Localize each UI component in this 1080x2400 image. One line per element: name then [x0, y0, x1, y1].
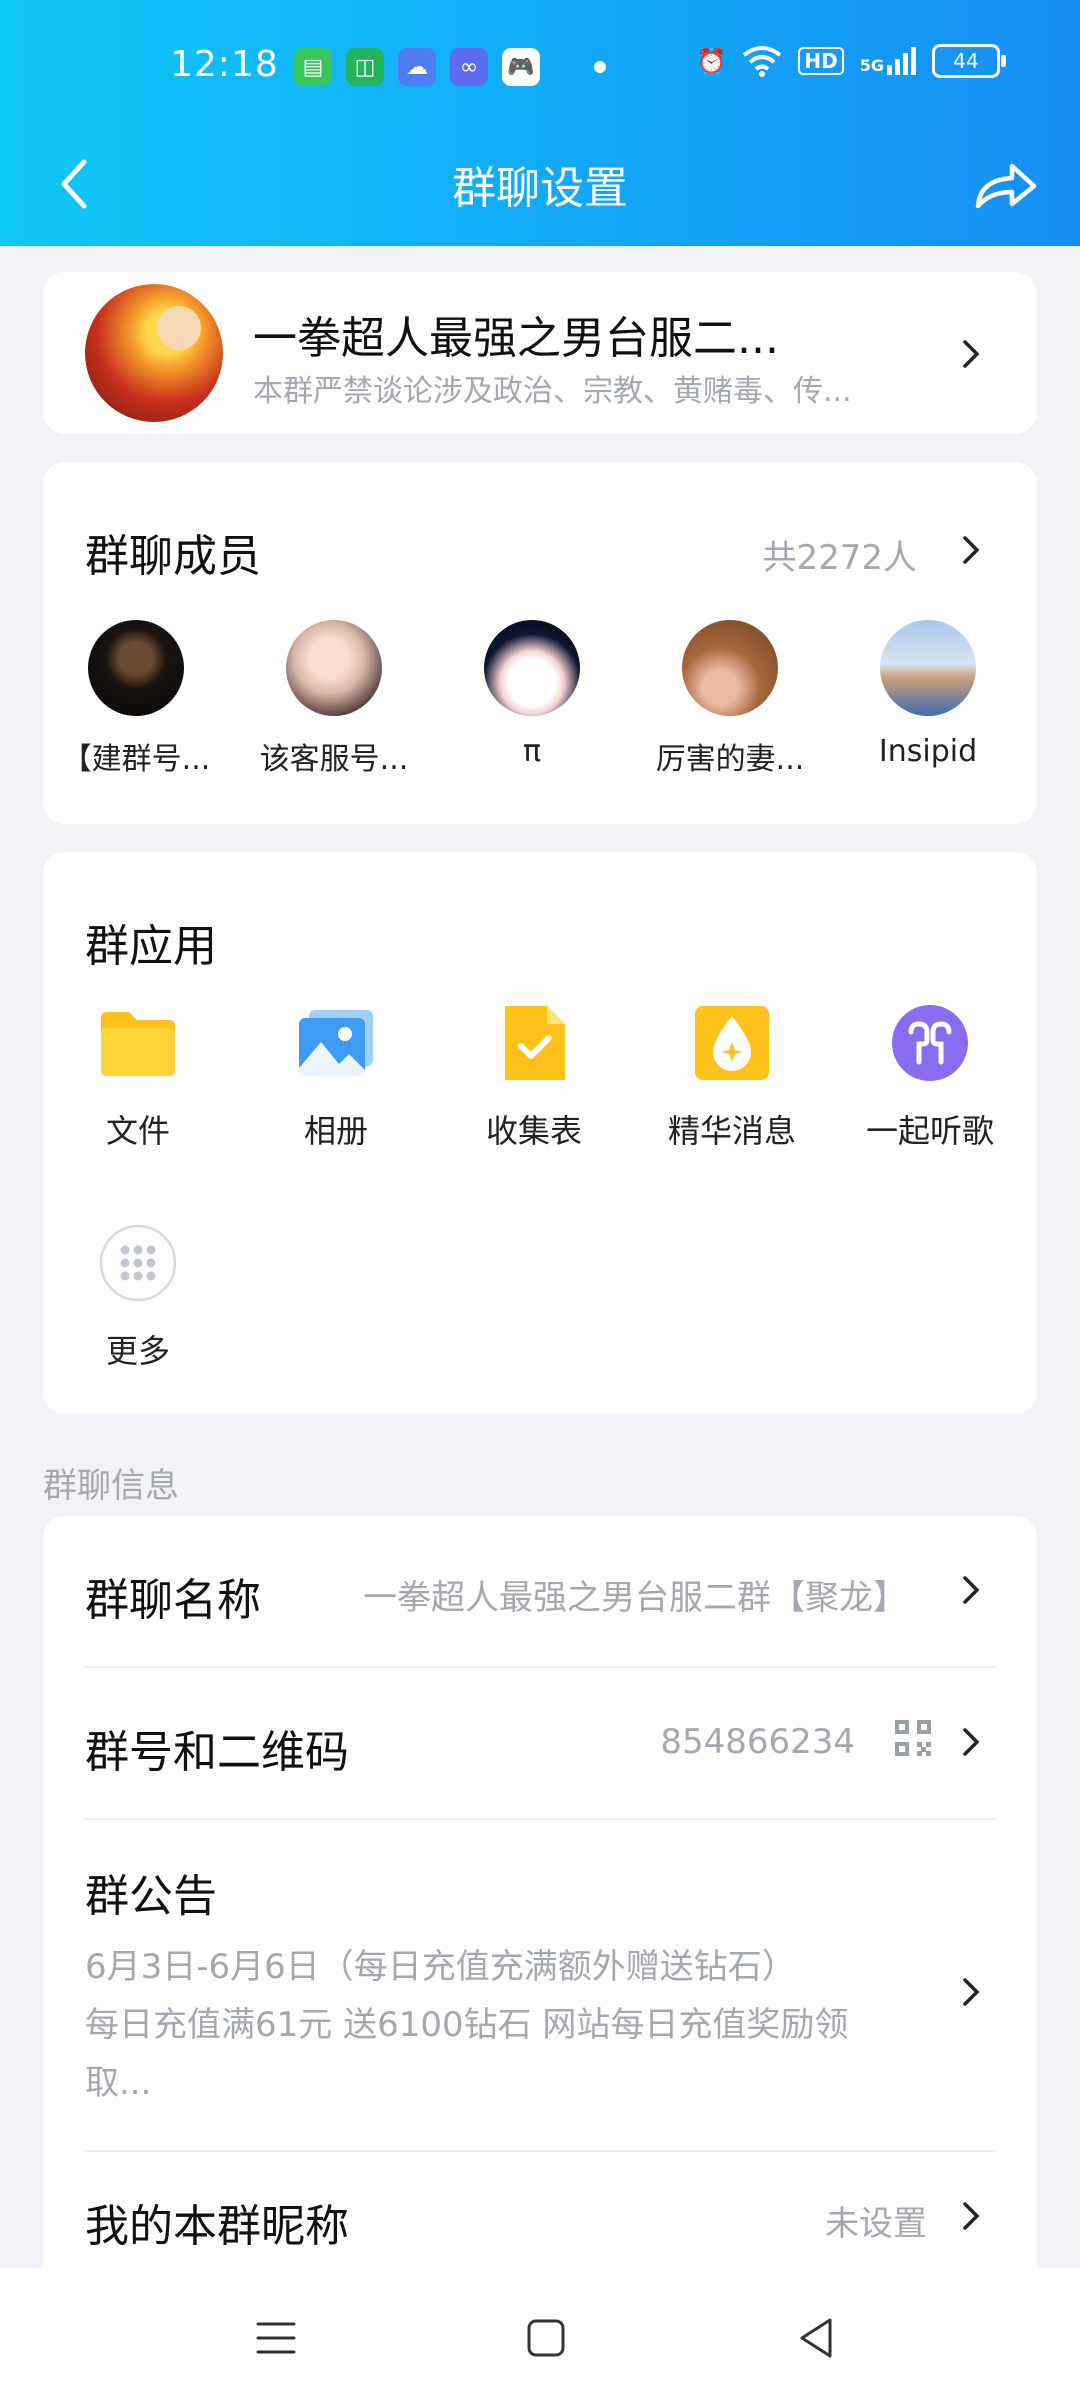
- message-app-icon: ▤: [294, 48, 332, 86]
- member-list: 【建群号... 该客服号... π 厉害的妻... Insipid: [43, 620, 1037, 790]
- signal-icon: 5G: [860, 47, 916, 75]
- notice-line: 取...: [85, 2063, 152, 2103]
- member-avatar: [484, 620, 580, 716]
- group-info-card: 群聊名称 一拳超人最强之男台服二群【聚龙】 群号和二维码 854866234 群…: [43, 1516, 1037, 2276]
- app-album[interactable]: 相册: [241, 1002, 431, 1152]
- app-label: 相册: [303, 1112, 368, 1150]
- group-number-row[interactable]: 群号和二维码 854866234: [85, 1668, 995, 1818]
- title-bar: 群聊设置: [0, 140, 1080, 246]
- member-item[interactable]: 该客服号...: [244, 620, 424, 778]
- member-item[interactable]: 厉害的妻...: [640, 620, 820, 778]
- app-label: 收集表: [485, 1112, 582, 1150]
- member-avatar: [880, 620, 976, 716]
- apps-title: 群应用: [85, 921, 217, 972]
- app-label: 一起听歌: [865, 1112, 994, 1150]
- cloud-app-icon: ☁: [398, 48, 436, 86]
- app-label: 更多: [105, 1332, 170, 1370]
- home-square-icon[interactable]: [516, 2308, 576, 2368]
- app-files[interactable]: 文件: [43, 1002, 233, 1152]
- store-app-icon: ◫: [346, 48, 384, 86]
- back-triangle-icon[interactable]: [786, 2308, 846, 2368]
- chevron-right-icon: [963, 340, 980, 368]
- group-name-value: 一拳超人最强之男台服二群【聚龙】: [363, 1578, 907, 1618]
- member-avatar: [286, 620, 382, 716]
- chevron-right-icon: [963, 1978, 980, 2006]
- my-nickname-label: 我的本群昵称: [85, 2201, 349, 2252]
- status-bar: 12:18 ▤ ◫ ☁ ∞ 🎮 ⏰ HD 5G 44: [0, 0, 1080, 140]
- header: 12:18 ▤ ◫ ☁ ∞ 🎮 ⏰ HD 5G 44 群聊设置: [0, 0, 1080, 246]
- wifi-icon: [743, 46, 782, 77]
- status-system-icons: ⏰ HD 5G 44: [696, 44, 1006, 78]
- share-icon[interactable]: [970, 154, 1040, 214]
- my-nickname-value: 未设置: [825, 2204, 927, 2244]
- hd-badge: HD: [798, 47, 844, 75]
- earphones-icon: [889, 1002, 971, 1084]
- group-notice-text: 6月3日-6月6日（每日充值充满额外赠送钻石） 每日充值满61元 送6100钻石…: [85, 1938, 945, 2112]
- group-info-section-label: 群聊信息: [43, 1466, 179, 1506]
- group-name-row[interactable]: 群聊名称 一拳超人最强之男台服二群【聚龙】: [85, 1516, 995, 1666]
- infinity-app-icon: ∞: [450, 48, 488, 86]
- my-nickname-row[interactable]: 我的本群昵称 未设置: [85, 2152, 995, 2276]
- member-name: 【建群号...: [61, 742, 211, 777]
- system-navigation-bar: [0, 2268, 1080, 2400]
- chevron-right-icon: [963, 1576, 980, 1604]
- alarm-icon: ⏰: [696, 47, 727, 75]
- notice-line: 6月3日-6月6日（每日充值充满额外赠送钻石）: [85, 1947, 796, 1987]
- member-name: Insipid: [878, 734, 978, 769]
- essence-drop-icon: [691, 1002, 773, 1084]
- member-avatar: [88, 620, 184, 716]
- group-avatar: [85, 284, 223, 422]
- chevron-right-icon: [963, 1728, 980, 1756]
- member-count[interactable]: 共2272人: [762, 530, 917, 579]
- game-app-icon: 🎮: [502, 48, 540, 86]
- app-label: 文件: [105, 1112, 170, 1150]
- chevron-right-icon[interactable]: [961, 534, 981, 566]
- member-item[interactable]: Insipid: [838, 620, 1018, 769]
- app-essence[interactable]: 精华消息: [637, 1002, 827, 1152]
- member-item[interactable]: 【建群号...: [46, 620, 226, 778]
- group-description: 本群严禁谈论涉及政治、宗教、黄赌毒、传...: [253, 374, 852, 409]
- folder-icon: [97, 1002, 179, 1084]
- app-more[interactable]: 更多: [43, 1222, 233, 1372]
- group-members-card: 群聊成员 共2272人 【建群号... 该客服号... π 厉害的妻... In…: [43, 462, 1037, 824]
- group-notice-label: 群公告: [85, 1871, 217, 1922]
- more-notifications-dot: [594, 61, 606, 73]
- group-number-label: 群号和二维码: [85, 1727, 349, 1778]
- notice-line: 每日充值满61元 送6100钻石 网站每日充值奖励领: [85, 2005, 849, 2045]
- more-grid-icon: [97, 1222, 179, 1304]
- status-time: 12:18: [170, 44, 279, 85]
- group-notice-row[interactable]: 群公告 6月3日-6月6日（每日充值充满额外赠送钻石） 每日充值满61元 送61…: [85, 1820, 995, 2150]
- member-avatar: [682, 620, 778, 716]
- qr-code-icon: [895, 1720, 931, 1756]
- chevron-right-icon: [963, 2202, 980, 2230]
- app-label: 精华消息: [667, 1112, 796, 1150]
- member-name: π: [522, 734, 542, 769]
- group-name: 一拳超人最强之男台服二...: [253, 313, 779, 364]
- photo-album-icon: [295, 1002, 377, 1084]
- members-title: 群聊成员: [85, 531, 261, 582]
- member-item[interactable]: π: [442, 620, 622, 769]
- app-listen-together[interactable]: 一起听歌: [835, 1002, 1025, 1152]
- app-form[interactable]: 收集表: [439, 1002, 629, 1152]
- member-name: 厉害的妻...: [655, 742, 805, 777]
- group-apps-card: 群应用 文件 相册 收集表 精华消息 一起听歌 更多: [43, 852, 1037, 1414]
- group-number-value: 854866234: [660, 1722, 855, 1762]
- form-check-icon: [493, 1002, 575, 1084]
- group-name-label: 群聊名称: [85, 1575, 261, 1626]
- group-profile-card[interactable]: 一拳超人最强之男台服二... 本群严禁谈论涉及政治、宗教、黄赌毒、传...: [43, 272, 1037, 434]
- page-title: 群聊设置: [452, 163, 628, 214]
- battery-icon: 44: [932, 44, 1006, 78]
- status-notification-icons: ▤ ◫ ☁ ∞ 🎮: [294, 48, 606, 86]
- menu-icon[interactable]: [246, 2308, 306, 2368]
- battery-level: 44: [953, 49, 979, 73]
- signal-type: 5G: [859, 56, 884, 75]
- member-name: 该客服号...: [259, 742, 409, 777]
